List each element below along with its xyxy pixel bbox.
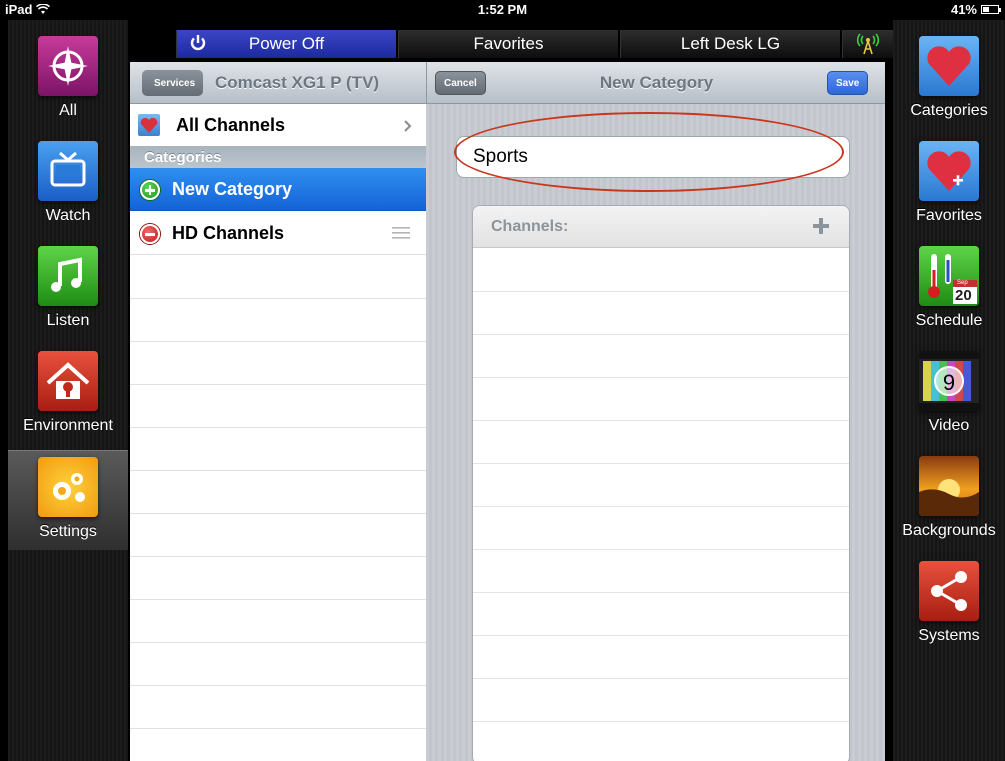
music-icon [38, 246, 98, 306]
nav-watch-label: Watch [45, 207, 91, 224]
channel-row-line [473, 635, 849, 636]
nav-listen[interactable]: Listen [8, 246, 128, 330]
nav-systems[interactable]: Systems [893, 561, 1005, 645]
channels-pane: Services Comcast XG1 P (TV) All Channels… [130, 62, 426, 761]
category-name-value: Sports [473, 146, 528, 167]
compass-icon [38, 36, 98, 96]
channels-header-label: Channels: [491, 217, 569, 235]
channel-row-line [473, 377, 849, 378]
gears-icon [38, 457, 98, 517]
channel-row-line [473, 506, 849, 507]
nav-video[interactable]: 9 Video [893, 351, 1005, 435]
top-bar: Power Off Favorites Left Desk LG [130, 30, 893, 60]
nav-all[interactable]: All [8, 36, 128, 120]
categories-section-header: Categories [130, 146, 426, 168]
nav-schedule-label: Schedule [915, 312, 983, 329]
status-right: 41% [950, 2, 1001, 17]
heart-plus-icon [919, 141, 979, 201]
add-circle-icon [140, 180, 160, 200]
power-off-button[interactable]: Power Off [176, 30, 396, 58]
share-icon [919, 561, 979, 621]
nav-backgrounds-label: Backgrounds [902, 522, 996, 539]
nav-backgrounds[interactable]: Backgrounds [893, 456, 1005, 540]
channels-title: Comcast XG1 P (TV) [215, 73, 380, 92]
nav-categories-label: Categories [910, 102, 988, 119]
new-category-navbar: Cancel New Category Save [426, 62, 885, 104]
delete-circle-icon[interactable] [140, 224, 160, 244]
channel-row-line [473, 678, 849, 679]
channel-row-line [473, 592, 849, 593]
left-nav: All Watch Listen Environment Settings [8, 20, 128, 761]
nav-all-label: All [59, 102, 77, 119]
nav-categories[interactable]: Categories [893, 36, 1005, 120]
new-category-label: New Category [172, 179, 293, 199]
thermometer-calendar-icon: Sep 20 [919, 246, 979, 306]
all-channels-label: All Channels [176, 115, 286, 135]
nav-settings[interactable]: Settings [8, 450, 128, 550]
channel-row-line [473, 549, 849, 550]
power-icon [190, 35, 206, 51]
nav-environment-label: Environment [23, 417, 113, 434]
new-category-title: New Category [599, 73, 714, 92]
nav-settings-label: Settings [39, 523, 97, 540]
film-countdown-icon: 9 [919, 351, 979, 411]
save-label: Save [836, 77, 860, 89]
hd-channels-row[interactable]: HD Channels [130, 212, 426, 255]
calendar-month: Sep [957, 280, 968, 286]
nav-favorites[interactable]: Favorites [893, 141, 1005, 225]
channels-navbar: Services Comcast XG1 P (TV) [130, 62, 426, 104]
new-category-pane: Cancel New Category Save Sports Channels… [426, 62, 885, 761]
category-name-input[interactable]: Sports [456, 136, 850, 178]
reorder-handle-icon[interactable] [392, 227, 410, 239]
nav-video-label: Video [928, 417, 970, 434]
channels-header: Channels: [473, 206, 849, 248]
channel-row-line [473, 334, 849, 335]
add-channel-plus-icon[interactable] [811, 216, 831, 236]
channel-row-line [473, 721, 849, 722]
channel-row-line [473, 420, 849, 421]
sunset-icon [919, 456, 979, 516]
nav-environment[interactable]: Environment [8, 351, 128, 435]
favorites-tab[interactable]: Favorites [398, 30, 618, 58]
right-nav: Categories Favorites Sep 20 Schedule 9 V… [893, 20, 1005, 761]
power-off-label: Power Off [248, 34, 325, 53]
tv-icon [38, 141, 98, 201]
channels-group: Channels: [472, 205, 850, 761]
signal-button[interactable] [842, 30, 893, 58]
room-selector-label: Left Desk LG [680, 34, 781, 53]
all-channels-row[interactable]: All Channels [130, 104, 426, 147]
house-icon [38, 351, 98, 411]
antenna-icon [856, 33, 880, 55]
services-back-label: Services [154, 77, 196, 89]
channel-row-line [473, 291, 849, 292]
nav-favorites-label: Favorites [916, 207, 982, 224]
chevron-right-icon [404, 120, 412, 132]
battery-icon [981, 5, 1001, 14]
hd-channels-label: HD Channels [172, 223, 285, 243]
save-button[interactable]: Save [827, 71, 869, 95]
heart-icon [919, 36, 979, 96]
nav-watch[interactable]: Watch [8, 141, 128, 225]
new-category-row[interactable]: New Category [130, 168, 426, 211]
battery-percent: 41% [950, 2, 977, 17]
room-selector[interactable]: Left Desk LG [620, 30, 840, 58]
left-edge [0, 20, 8, 761]
status-time: 1:52 PM [477, 2, 528, 17]
nav-schedule[interactable]: Sep 20 Schedule [893, 246, 1005, 330]
services-back-button[interactable]: Services [142, 70, 204, 96]
nav-listen-label: Listen [46, 312, 90, 329]
nav-systems-label: Systems [918, 627, 980, 644]
video-badge: 9 [942, 370, 956, 395]
favorites-tab-label: Favorites [473, 34, 544, 53]
heart-icon [138, 114, 160, 136]
status-bar: iPad 1:52 PM 41% [0, 0, 1005, 20]
calendar-day: 20 [955, 287, 972, 304]
channel-row-line [473, 463, 849, 464]
